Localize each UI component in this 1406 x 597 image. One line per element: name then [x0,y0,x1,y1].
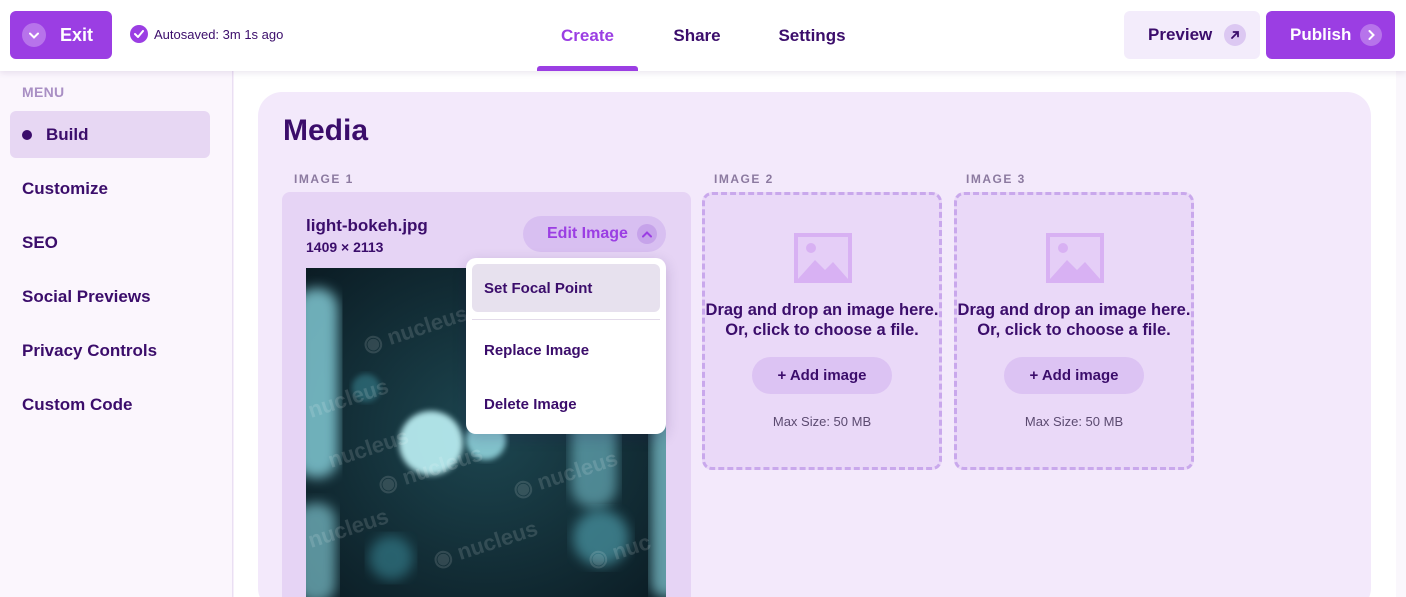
menu-heading: MENU [22,84,65,100]
edit-image-button[interactable]: Edit Image [523,216,666,252]
tab-share[interactable]: Share [638,0,756,71]
tab-create[interactable]: Create [537,0,638,71]
sidebar-item-custom-code[interactable]: Custom Code [10,381,210,428]
delete-image-item[interactable]: Delete Image [472,380,660,428]
image-placeholder-icon [794,233,852,283]
sidebar-item-seo[interactable]: SEO [10,219,210,266]
dropzone-instructions-2: Or, click to choose a file. [725,321,919,339]
set-focal-point-item[interactable]: Set Focal Point [472,264,660,312]
chevron-down-icon [22,23,46,47]
image-1-label: IMAGE 1 [294,172,354,186]
dropzone-instructions: Drag and drop an image here. [957,301,1191,319]
preview-button[interactable]: Preview [1124,11,1260,59]
main-tabs: Create Share Settings [537,0,868,71]
sidebar-item-build[interactable]: Build [10,111,210,158]
replace-image-item[interactable]: Replace Image [472,326,660,374]
preview-label: Preview [1148,25,1213,44]
exit-label: Exit [60,24,94,45]
image-dimensions: 1409 × 2113 [306,239,384,255]
autosave-text: Autosaved: 3m 1s ago [154,26,284,42]
scroll-gutter [1396,71,1406,597]
image-3-dropzone[interactable]: Drag and drop an image here. Or, click t… [954,192,1194,470]
edit-image-menu: Set Focal Point Replace Image Delete Ima… [466,258,666,434]
sidebar-item-customize[interactable]: Customize [10,165,210,212]
image-filename: light-bokeh.jpg [306,216,428,235]
autosave-status: Autosaved: 3m 1s ago [130,25,283,43]
image-2-dropzone[interactable]: Drag and drop an image here. Or, click t… [702,192,942,470]
sidebar-item-label: Build [46,124,89,144]
tab-settings[interactable]: Settings [756,0,868,71]
top-bar: Exit Autosaved: 3m 1s ago Create Share S… [0,0,1406,71]
menu-divider [472,319,660,320]
sidebar-item-label: Privacy Controls [22,340,158,360]
sidebar-item-label: SEO [22,232,58,252]
sidebar-item-label: Customize [22,178,108,198]
chevron-up-icon [637,224,657,244]
max-size-note: Max Size: 50 MB [772,414,872,429]
chevron-right-icon [1360,24,1382,46]
image-3-label: IMAGE 3 [966,172,1026,186]
page-title: Media [283,114,369,147]
publish-label: Publish [1290,25,1352,44]
image-2-label: IMAGE 2 [714,172,774,186]
check-circle-icon [130,25,148,43]
active-dot-icon [22,129,32,140]
sidebar-item-privacy-controls[interactable]: Privacy Controls [10,327,210,374]
publish-button[interactable]: Publish [1266,11,1395,59]
sidebar-item-label: Social Previews [22,286,151,306]
dropzone-instructions-2: Or, click to choose a file. [977,321,1171,339]
image-placeholder-icon [1046,233,1104,283]
sidebar-item-label: Custom Code [22,394,133,414]
edit-image-label: Edit Image [547,225,628,242]
sidebar-item-social-previews[interactable]: Social Previews [10,273,210,320]
add-image-button[interactable]: + Add image [752,357,892,394]
add-image-button[interactable]: + Add image [1004,357,1144,394]
dropzone-instructions: Drag and drop an image here. [705,301,939,319]
arrow-up-right-icon [1224,24,1246,46]
max-size-note: Max Size: 50 MB [1024,414,1124,429]
sidebar: MENU Build Customize SEO Social Previews… [0,71,233,597]
exit-button[interactable]: Exit [10,11,112,59]
